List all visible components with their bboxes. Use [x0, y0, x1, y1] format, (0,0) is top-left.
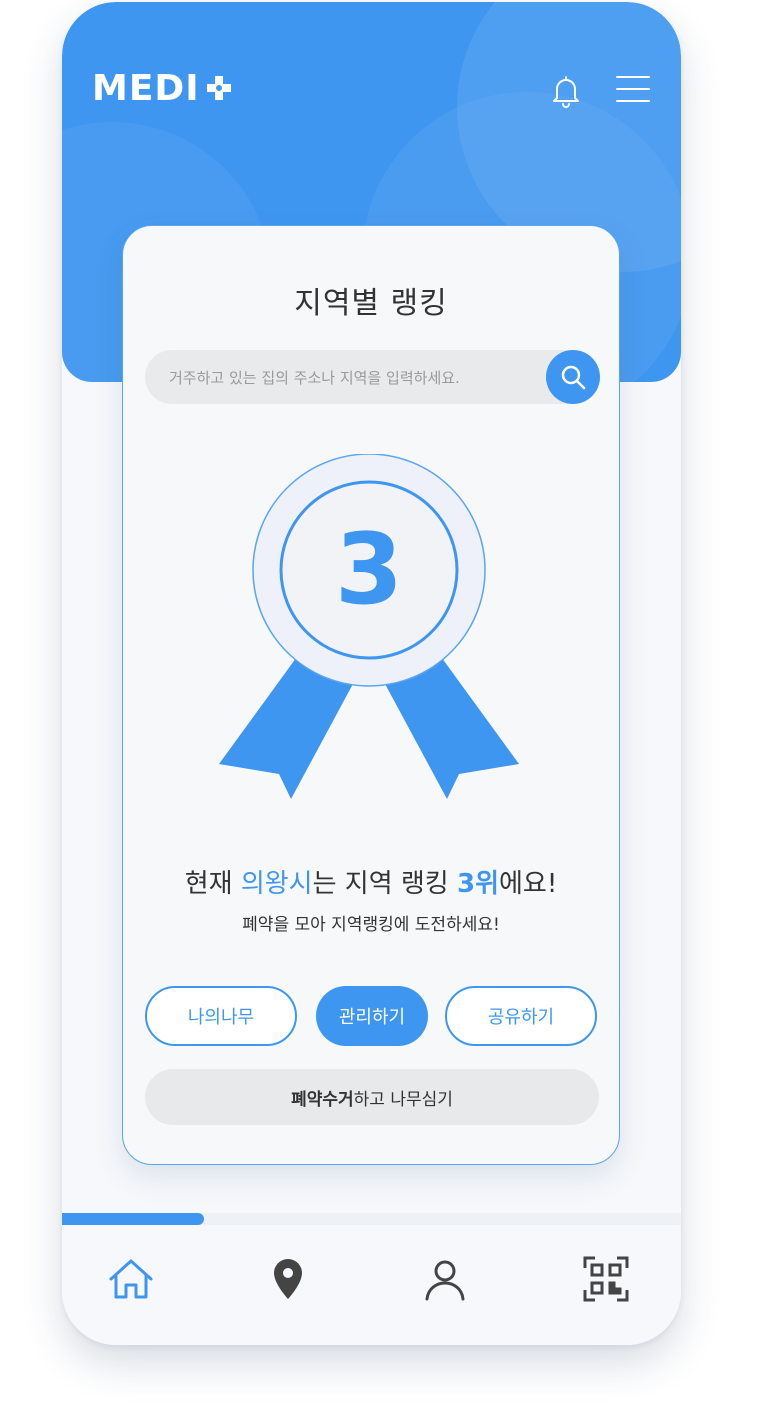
nav-profile[interactable] — [421, 1255, 469, 1303]
rank-headline: 현재 의왕시는 지역 랭킹 3위에요! — [123, 863, 619, 900]
logo-text: MEDI — [92, 67, 200, 109]
rank-number: 3 — [334, 513, 404, 627]
search-icon — [561, 365, 586, 390]
rank-text: 3위 — [457, 869, 500, 899]
location-pin-icon — [274, 1259, 302, 1299]
manage-button[interactable]: 관리하기 — [316, 986, 428, 1046]
user-icon — [425, 1260, 465, 1301]
search-input[interactable] — [167, 350, 541, 406]
home-icon — [109, 1259, 153, 1299]
app-logo[interactable]: MEDI — [92, 67, 234, 109]
nav-location[interactable] — [264, 1255, 312, 1303]
menu-icon[interactable] — [615, 72, 651, 108]
plus-icon — [204, 73, 234, 103]
headline-prefix: 현재 — [184, 869, 241, 899]
collect-label-rest: 하고 나무심기 — [353, 1089, 453, 1110]
headline-suffix: 에요! — [499, 869, 558, 899]
qr-code-icon — [583, 1256, 629, 1302]
nav-home[interactable] — [107, 1255, 155, 1303]
bell-icon[interactable] — [548, 72, 584, 108]
search-button[interactable] — [546, 350, 600, 404]
collect-label-bold: 폐약수거 — [291, 1089, 354, 1110]
share-button[interactable]: 공유하기 — [445, 986, 597, 1046]
city-name: 의왕시 — [240, 869, 313, 899]
card-title: 지역별 랭킹 — [294, 286, 448, 321]
headline-middle: 는 지역 랭킹 — [312, 869, 457, 899]
progress-track — [62, 1213, 681, 1225]
search-bar — [145, 350, 600, 406]
progress-fill — [62, 1213, 205, 1225]
bottom-nav — [62, 1225, 681, 1345]
ranking-card: 지역별 랭킹 3 현재 의왕시는 지역 랭킹 3위에요! 폐약을 모아 지역랭킹… — [122, 225, 620, 1165]
rank-medal: 3 — [209, 454, 529, 814]
collect-and-plant-button[interactable]: 폐약수거 하고 나무심기 — [145, 1069, 599, 1125]
rank-subline: 폐약을 모아 지역랭킹에 도전하세요! — [242, 915, 500, 935]
my-tree-button[interactable]: 나의나무 — [145, 986, 297, 1046]
nav-qr[interactable] — [582, 1255, 630, 1303]
